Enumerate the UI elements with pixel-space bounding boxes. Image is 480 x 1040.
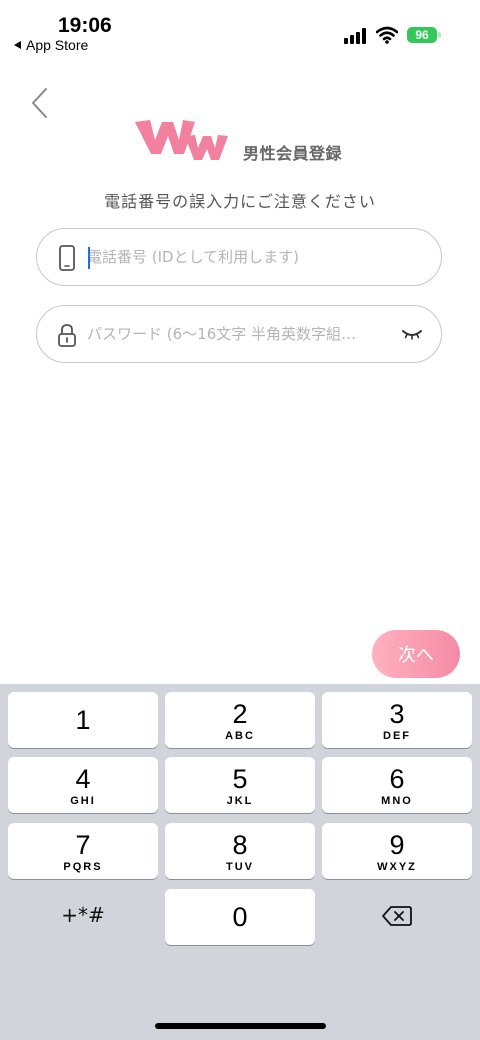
password-field[interactable] (36, 305, 442, 363)
key-digit: 0 (232, 902, 248, 932)
key-digit: 8 (232, 830, 248, 860)
key-7[interactable]: 7 PQRS (8, 823, 158, 879)
phone-field[interactable] (36, 228, 442, 286)
password-input[interactable] (87, 306, 387, 362)
backspace-key[interactable] (322, 889, 472, 945)
input-notice: 電話番号の誤入力にご注意ください (104, 192, 376, 211)
key-digit: 7 (75, 830, 91, 860)
key-2[interactable]: 2 ABC (165, 692, 315, 748)
key-3[interactable]: 3 DEF (322, 692, 472, 748)
backspace-icon (382, 906, 412, 926)
wifi-icon (376, 26, 398, 44)
back-to-app-label: App Store (26, 37, 89, 53)
key-letters: DEF (383, 730, 411, 742)
key-digit: 6 (389, 764, 405, 794)
key-digit: 9 (389, 830, 405, 860)
status-time: 19:06 (58, 14, 112, 37)
battery-tip (438, 32, 441, 38)
phone-icon (59, 245, 75, 271)
back-to-app-store[interactable]: App Store (14, 37, 88, 53)
key-digit: 4 (75, 764, 91, 794)
key-5[interactable]: 5 JKL (165, 757, 315, 813)
ww-logo (135, 120, 228, 160)
key-4[interactable]: 4 GHI (8, 757, 158, 813)
key-letters: WXYZ (377, 861, 417, 873)
key-digit: 3 (389, 699, 405, 729)
key-1[interactable]: 1 (8, 692, 158, 748)
key-letters: ABC (225, 730, 255, 742)
key-0[interactable]: 0 (165, 889, 315, 945)
back-button[interactable] (28, 86, 52, 120)
chevron-left-icon (32, 88, 47, 118)
page-title: 男性会員登録 (243, 144, 343, 163)
phone-input[interactable] (87, 229, 387, 285)
back-triangle-icon (14, 41, 21, 49)
symbols-key[interactable]: +*# (8, 889, 158, 945)
status-bar: 19:06 App Store 96 (0, 0, 480, 60)
key-letters: PQRS (63, 861, 103, 873)
key-digit: 2 (232, 699, 248, 729)
key-letters: JKL (226, 795, 254, 807)
key-6[interactable]: 6 MNO (322, 757, 472, 813)
eye-closed-icon[interactable] (401, 326, 423, 342)
key-letters: GHI (70, 795, 96, 807)
key-8[interactable]: 8 TUV (165, 823, 315, 879)
key-letters: MNO (381, 795, 413, 807)
key-digit: 1 (75, 705, 91, 735)
cellular-signal-icon (344, 28, 366, 44)
text-caret (88, 247, 90, 269)
key-letters: TUV (226, 861, 254, 873)
battery-icon: 96 (407, 27, 437, 43)
key-9[interactable]: 9 WXYZ (322, 823, 472, 879)
lock-icon (58, 324, 76, 347)
next-button[interactable]: 次へ (372, 630, 460, 678)
home-indicator (155, 1023, 326, 1029)
key-digit: 5 (232, 764, 248, 794)
